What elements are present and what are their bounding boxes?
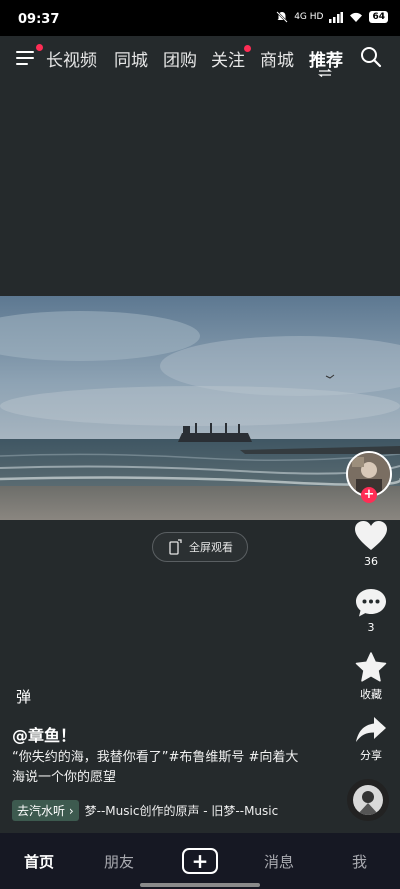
share-label: 分享 xyxy=(360,749,382,762)
bottom-tab-bar: 首页 朋友 + 消息 我 xyxy=(0,833,400,889)
top-navigation: 长视频 同城 团购 关注 商城 推荐 xyxy=(0,36,400,84)
post-description[interactable]: “你失约的海，我替你看了”#布鲁维斯号 #向着大海说一个你的愿望 xyxy=(12,748,302,788)
author-name[interactable]: @章鱼！ xyxy=(12,722,76,746)
switch-icon xyxy=(318,69,332,77)
music-title[interactable]: 梦--Music创作的原声 - 旧梦--Music xyxy=(85,802,279,819)
creator-avatar[interactable]: + xyxy=(346,451,392,503)
menu-icon xyxy=(16,51,34,53)
fullscreen-label: 全屏观看 xyxy=(189,541,233,554)
signal-icon xyxy=(329,11,344,23)
like-count: 36 xyxy=(364,555,378,568)
like-button[interactable]: 36 xyxy=(346,520,396,568)
comment-button[interactable]: 3 xyxy=(346,588,396,634)
tab-following[interactable]: 关注 xyxy=(211,46,245,71)
wifi-icon xyxy=(350,12,363,22)
share-button[interactable]: 分享 xyxy=(346,716,396,763)
comment-count: 3 xyxy=(367,621,375,634)
comment-icon xyxy=(356,589,386,617)
tab-messages[interactable]: 消息 xyxy=(264,851,294,872)
fullscreen-button[interactable]: 全屏观看 xyxy=(152,532,248,562)
home-indicator xyxy=(140,883,260,887)
tab-home[interactable]: 首页 xyxy=(24,851,54,872)
battery-level: 64 xyxy=(369,11,388,23)
listen-chip[interactable]: 去汽水听 › xyxy=(12,800,79,821)
search-button[interactable] xyxy=(360,46,382,68)
create-button[interactable]: + xyxy=(182,848,218,874)
status-icons: 4G HD 64 xyxy=(276,11,388,23)
share-icon xyxy=(356,717,386,742)
tab-group-buy[interactable]: 团购 xyxy=(163,46,197,71)
status-time: 09:37 xyxy=(18,12,60,27)
menu-badge xyxy=(36,44,43,51)
network-label: 4G HD xyxy=(294,12,324,22)
status-bar: 09:37 4G HD 64 xyxy=(0,0,400,36)
search-icon xyxy=(361,47,382,68)
favorite-button[interactable]: 收藏 xyxy=(346,652,396,702)
danmu-toggle[interactable]: 弹 xyxy=(16,686,31,707)
mute-icon xyxy=(276,11,288,23)
heart-icon xyxy=(355,521,387,550)
disc-cover xyxy=(353,785,383,815)
tab-long-video[interactable]: 长视频 xyxy=(46,46,97,71)
rotate-screen-icon xyxy=(169,539,182,555)
tab-local[interactable]: 同城 xyxy=(114,46,148,71)
video-frame xyxy=(0,296,400,520)
favorite-label: 收藏 xyxy=(360,688,382,701)
tab-friends[interactable]: 朋友 xyxy=(104,851,134,872)
listen-chip-label: 去汽水听 xyxy=(17,804,66,818)
music-row: 去汽水听 › 梦--Music创作的原声 - 旧梦--Music xyxy=(12,800,302,821)
follow-button[interactable]: + xyxy=(361,487,377,503)
tab-recommend[interactable]: 推荐 xyxy=(309,46,343,71)
video-player[interactable] xyxy=(0,296,400,520)
menu-button[interactable] xyxy=(16,44,43,68)
music-disc[interactable] xyxy=(347,779,389,821)
tab-mall[interactable]: 商城 xyxy=(260,46,294,71)
following-badge xyxy=(244,45,251,52)
tab-me[interactable]: 我 xyxy=(352,851,367,872)
star-icon xyxy=(355,652,387,682)
